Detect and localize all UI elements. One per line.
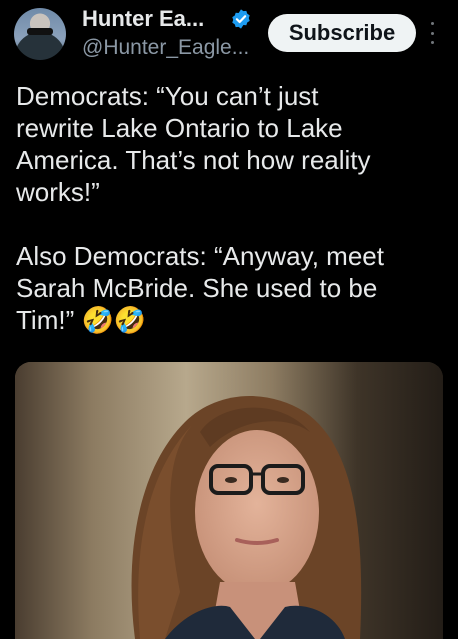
post-text: Democrats: “You can’t just rewrite Lake … bbox=[16, 81, 384, 335]
sunglasses-shape bbox=[27, 28, 53, 35]
account-handle[interactable]: @Hunter_Eagle... bbox=[82, 36, 249, 60]
photo-illustration bbox=[15, 362, 443, 639]
post-header: Hunter Ea... @Hunter_Eagle... Subscribe bbox=[0, 0, 458, 72]
more-options-icon[interactable] bbox=[428, 22, 436, 44]
subscribe-button[interactable]: Subscribe bbox=[268, 14, 416, 52]
display-name[interactable]: Hunter Ea... bbox=[82, 6, 204, 32]
post-photo[interactable] bbox=[15, 362, 443, 639]
verified-badge-icon bbox=[232, 9, 250, 29]
avatar[interactable] bbox=[14, 8, 66, 60]
